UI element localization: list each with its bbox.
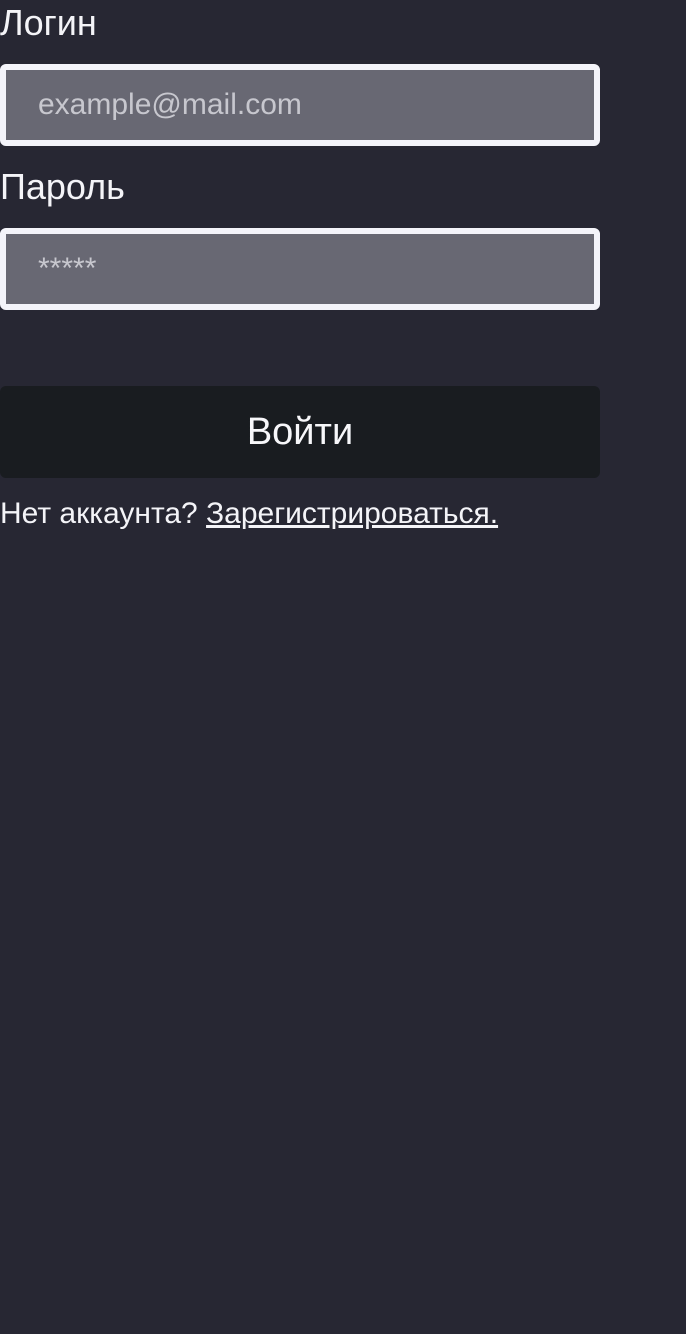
signup-row: Нет аккаунта? Зарегистрироваться. — [0, 494, 600, 534]
login-form: Логин Пароль Войти Нет аккаунта? Зарегис… — [0, 0, 600, 534]
signup-link[interactable]: Зарегистрироваться. — [206, 497, 498, 530]
signup-prompt: Нет аккаунта? — [0, 497, 207, 530]
login-label: Логин — [0, 2, 97, 43]
password-input[interactable] — [0, 228, 600, 310]
password-label: Пароль — [0, 166, 125, 207]
login-button[interactable]: Войти — [0, 386, 600, 478]
login-page: Логин Пароль Войти Нет аккаунта? Зарегис… — [0, 0, 686, 1334]
login-input[interactable] — [0, 64, 600, 146]
